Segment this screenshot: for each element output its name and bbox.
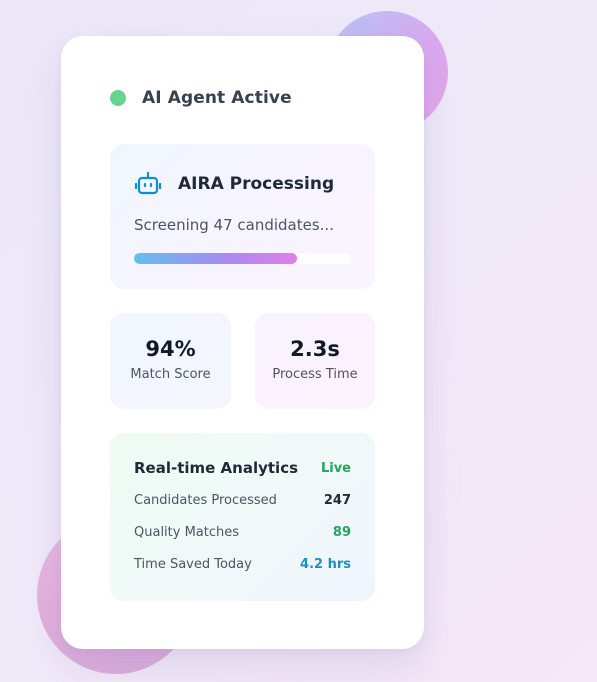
analytics-row: Quality Matches 89: [134, 525, 351, 540]
processing-title: AIRA Processing: [178, 174, 335, 194]
robot-icon: [134, 171, 162, 195]
processing-header: AIRA Processing: [134, 171, 334, 197]
time-saved-value: 4.2 hrs: [300, 557, 351, 572]
match-score-stat: 94% Match Score: [110, 313, 231, 409]
candidates-processed-label: Candidates Processed: [134, 493, 277, 508]
analytics-title: Real-time Analytics: [134, 459, 299, 477]
quality-matches-value: 89: [332, 525, 351, 540]
agent-status-card: AI Agent Active AIRA Processing Screenin…: [61, 36, 424, 649]
agent-status-row: AI Agent Active: [110, 88, 292, 108]
analytics-row: Candidates Processed 247: [134, 493, 351, 508]
live-badge: Live: [320, 460, 351, 476]
quality-matches-label: Quality Matches: [134, 525, 240, 540]
processing-subtitle: Screening 47 candidates...: [134, 216, 334, 234]
processing-progress-bar: [134, 253, 351, 264]
candidates-processed-value: 247: [323, 493, 351, 508]
agent-status-label: AI Agent Active: [142, 88, 292, 108]
processing-panel: AIRA Processing Screening 47 candidates.…: [110, 144, 375, 289]
match-score-value: 94%: [145, 337, 196, 361]
status-dot-icon: [110, 90, 126, 106]
process-time-stat: 2.3s Process Time: [255, 313, 375, 409]
process-time-value: 2.3s: [290, 337, 340, 361]
analytics-row: Time Saved Today 4.2 hrs: [134, 557, 351, 572]
progress-fill: [134, 253, 297, 264]
match-score-label: Match Score: [130, 367, 211, 382]
analytics-header: Real-time Analytics Live: [134, 459, 351, 477]
process-time-label: Process Time: [272, 367, 358, 382]
time-saved-label: Time Saved Today: [134, 557, 252, 572]
analytics-panel: Real-time Analytics Live Candidates Proc…: [110, 433, 375, 601]
